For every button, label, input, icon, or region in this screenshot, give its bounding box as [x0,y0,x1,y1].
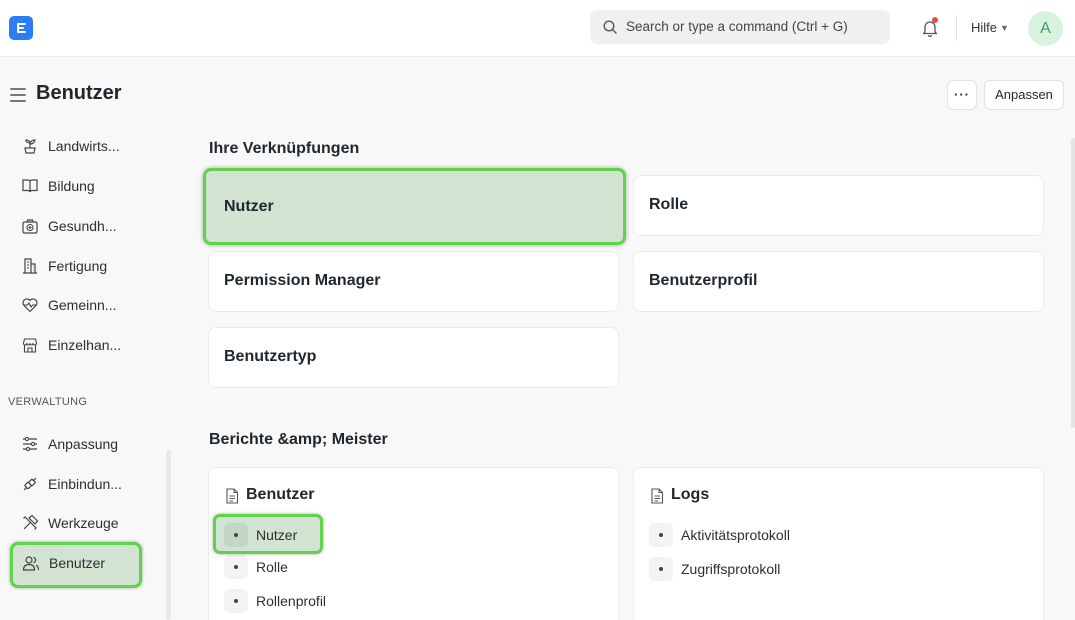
shortcut-rolle[interactable]: Rolle [633,175,1044,236]
shortcut-benutzerprofil[interactable]: Benutzerprofil [633,251,1044,312]
sidebar-item-landwirtschaft[interactable]: Landwirts... [10,126,140,166]
sidebar-item-einzelhandel[interactable]: Einzelhan... [10,325,140,365]
shortcut-label: Nutzer [224,198,274,215]
sliders-icon [23,436,37,452]
shortcut-label: Rolle [649,196,689,213]
sidebar-item-gemeinnuetzig[interactable]: Gemeinn... [10,285,140,325]
sidebar-scrollbar[interactable] [166,450,171,620]
sidebar-item-werkzeuge[interactable]: Werkzeuge [10,503,140,543]
sidebar-item-label: Einzelhan... [48,337,122,353]
sidebar-item-label: Fertigung [48,258,108,274]
top-navbar: Search or type a command (Ctrl + G) Hilf… [0,0,1075,57]
link-nutzer[interactable]: Nutzer [213,514,323,554]
shortcuts-section-title: Ihre Verknüpfungen [209,140,360,157]
sidebar-item-label: Einbindun... [48,476,122,492]
sidebar-item-benutzer[interactable]: Benutzer [10,542,142,588]
sidebar-item-bildung[interactable]: Bildung [10,166,140,206]
medical-kit-icon [22,219,38,234]
tools-icon [23,514,39,530]
main-scrollbar[interactable] [1071,138,1075,428]
search-placeholder: Search or type a command (Ctrl + G) [626,19,848,34]
bullet-icon [224,589,248,613]
reports-section-title: Berichte &amp; Meister [209,431,388,448]
store-icon [22,338,38,353]
card-title: Logs [671,486,710,503]
shortcut-permission-manager[interactable]: Permission Manager [208,251,619,312]
sidebar-item-label: Landwirts... [48,138,120,154]
navbar-divider [956,15,957,41]
sidebar-item-einbindung[interactable]: Einbindun... [10,464,140,504]
sidebar-item-fertigung[interactable]: Fertigung [10,246,140,286]
sidebar-item-gesundheit[interactable]: Gesundh... [10,206,140,246]
sidebar-item-label: Bildung [48,178,95,194]
sidebar-item-label: Anpassung [48,436,119,452]
search-input[interactable]: Search or type a command (Ctrl + G) [590,10,890,44]
link-label: Zugriffsprotokoll [681,561,781,577]
sidebar-item-label: Gemeinn... [48,297,117,313]
integration-icon [23,477,37,491]
document-icon [226,488,239,504]
help-label: Hilfe [971,20,998,35]
chevron-down-icon: ▼ [1000,23,1009,33]
customize-button[interactable]: Anpassen [984,80,1064,110]
shortcut-nutzer[interactable]: Nutzer [203,168,626,245]
shortcut-label: Benutzerprofil [649,272,758,289]
sidebar-item-label: Benutzer [49,555,106,571]
bullet-icon [224,523,248,547]
users-icon [22,556,40,571]
page-title: Benutzer [36,82,122,104]
sidebar: Landwirts... Bildung Gesundh... Fertigun… [0,125,175,620]
factory-icon [23,258,37,274]
sidebar-item-label: Gesundh... [48,218,117,234]
sidebar-section-title: VERWALTUNG [8,396,88,408]
link-label: Nutzer [256,527,298,543]
heart-pulse-icon [22,298,38,313]
app-logo-icon[interactable] [9,16,33,40]
book-icon [22,179,38,193]
sidebar-toggle-icon[interactable] [10,88,26,102]
bullet-icon [649,523,673,547]
sidebar-item-anpassung[interactable]: Anpassung [10,424,140,464]
shortcut-label: Permission Manager [224,272,381,289]
document-icon [651,488,664,504]
notification-dot [932,17,938,23]
help-dropdown[interactable]: Hilfe ▼ [971,20,1009,35]
more-options-button[interactable]: ··· [947,80,977,110]
report-card-logs: Logs Aktivitätsprotokoll Zugriffsprotoko… [633,467,1044,620]
plant-icon [24,139,36,154]
shortcut-label: Benutzertyp [224,348,317,365]
avatar[interactable]: A [1028,11,1063,46]
search-icon [603,20,617,34]
card-title: Benutzer [246,486,315,503]
link-label: Rollenprofil [256,593,327,609]
link-label: Rolle [256,559,288,575]
bullet-icon [649,557,673,581]
bullet-icon [224,555,248,579]
link-label: Aktivitätsprotokoll [681,527,790,543]
shortcut-benutzertyp[interactable]: Benutzertyp [208,327,619,388]
sidebar-item-label: Werkzeuge [48,515,119,531]
